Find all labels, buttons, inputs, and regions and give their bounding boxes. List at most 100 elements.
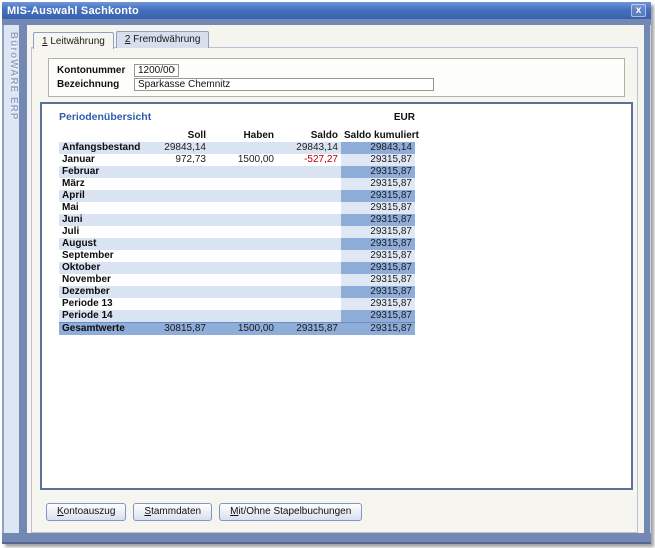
stammdaten-button[interactable]: Stammdaten — [133, 503, 212, 521]
cell-soll — [147, 226, 209, 238]
cell-haben — [209, 166, 277, 178]
cell-saldo-kumuliert: 29843,14 — [341, 142, 415, 154]
table-row-mai[interactable]: Mai 29315,87 — [59, 202, 415, 214]
window-title: MIS-Auswahl Sachkonto — [7, 5, 631, 17]
cell-saldo-kumuliert: 29315,87 — [341, 178, 415, 190]
cell-saldo — [277, 310, 341, 323]
cell-period: September — [59, 250, 147, 262]
cell-saldo — [277, 166, 341, 178]
left-brand-rail: BüroWARE ERP — [2, 25, 27, 533]
table-header-row: SollHabenSaldoSaldo kumuliert — [59, 129, 415, 142]
brand-vertical-label: BüroWARE ERP — [4, 32, 19, 121]
cell-saldo-kumuliert: 29315,87 — [341, 154, 415, 166]
cell-saldo-kumuliert: 29315,87 — [341, 226, 415, 238]
cell-haben — [209, 238, 277, 250]
total-label: Gesamtwerte — [59, 323, 147, 336]
cell-period: Juli — [59, 226, 147, 238]
table-row-periode-14[interactable]: Periode 1429315,87 — [59, 310, 415, 323]
cell-soll — [147, 262, 209, 274]
cell-haben — [209, 274, 277, 286]
table-row-dezember[interactable]: Dezember29315,87 — [59, 286, 415, 298]
cell-period: Oktober — [59, 262, 147, 274]
cell-haben — [209, 142, 277, 154]
cell-soll — [147, 274, 209, 286]
table-row-februar[interactable]: Februar29315,87 — [59, 166, 415, 178]
cell-saldo-kumuliert: 29315,87 — [341, 274, 415, 286]
cell-period: April — [59, 190, 147, 202]
total-saldo-kumuliert: 29315,87 — [341, 323, 415, 336]
cell-period: Juni — [59, 214, 147, 226]
kontonummer-label: Kontonummer — [57, 65, 134, 76]
cell-period: Anfangsbestand — [59, 142, 147, 154]
frame-bottom-band — [2, 533, 651, 544]
cell-period: Periode 13 — [59, 298, 147, 310]
table-row-juni[interactable]: Juni 29315,87 — [59, 214, 415, 226]
table-row-juli[interactable]: Juli 29315,87 — [59, 226, 415, 238]
column-header-soll: Soll — [147, 129, 209, 142]
cell-saldo-kumuliert: 29315,87 — [341, 214, 415, 226]
bezeichnung-input[interactable] — [134, 78, 434, 91]
action-button-row: Kontoauszug Stammdaten Mit/Ohne Stapelbuch… — [46, 503, 637, 521]
table-row-november[interactable]: November29315,87 — [59, 274, 415, 286]
cell-saldo — [277, 202, 341, 214]
cell-saldo-kumuliert: 29315,87 — [341, 310, 415, 323]
cell-soll — [147, 214, 209, 226]
account-fields-group: Kontonummer Bezeichnung — [48, 58, 625, 97]
cell-saldo — [277, 178, 341, 190]
column-header-saldo: Saldo — [277, 129, 341, 142]
cell-soll — [147, 202, 209, 214]
cell-haben — [209, 178, 277, 190]
cell-soll — [147, 178, 209, 190]
cell-saldo-kumuliert: 29315,87 — [341, 202, 415, 214]
mit-ohne-stapelbuchungen-button[interactable]: Mit/Ohne Stapelbuchungen — [219, 503, 362, 521]
cell-saldo — [277, 274, 341, 286]
title-bar[interactable]: MIS-Auswahl Sachkonto x — [2, 2, 651, 19]
cell-period: März — [59, 178, 147, 190]
table-row-anfangsbestand[interactable]: Anfangsbestand29843,1429843,1429843,14 — [59, 142, 415, 154]
table-total-row: Gesamtwerte30815,871500,0029315,8729315,… — [59, 323, 415, 336]
table-row-m-rz[interactable]: März 29315,87 — [59, 178, 415, 190]
cell-period: August — [59, 238, 147, 250]
table-row-april[interactable]: April 29315,87 — [59, 190, 415, 202]
table-row-januar[interactable]: Januar972,731500,00-527,2729315,87 — [59, 154, 415, 166]
cell-haben — [209, 298, 277, 310]
column-header-saldo-kumuliert: Saldo kumuliert — [341, 129, 415, 142]
tab-2-fremdw-hrung[interactable]: 2 Fremdwährung — [116, 31, 210, 48]
cell-saldo — [277, 250, 341, 262]
cell-period: Mai — [59, 202, 147, 214]
currency-label: EUR — [394, 112, 415, 123]
table-row-periode-13[interactable]: Periode 1329315,87 — [59, 298, 415, 310]
kontonummer-input[interactable] — [134, 64, 179, 77]
cell-haben — [209, 214, 277, 226]
tab-strip: 1 Leitwährung2 Fremdwährung — [31, 31, 638, 48]
cell-haben — [209, 250, 277, 262]
cell-soll — [147, 166, 209, 178]
cell-soll — [147, 286, 209, 298]
period-overview-panel: Periodenübersicht EUR SollHabenSaldoSald… — [40, 102, 633, 490]
cell-saldo-kumuliert: 29315,87 — [341, 238, 415, 250]
total-haben: 1500,00 — [209, 323, 277, 336]
cell-soll — [147, 238, 209, 250]
cell-saldo — [277, 226, 341, 238]
table-row-oktober[interactable]: Oktober29315,87 — [59, 262, 415, 274]
panel-title: Periodenübersicht — [59, 111, 151, 123]
cell-saldo — [277, 298, 341, 310]
table-row-august[interactable]: August 29315,87 — [59, 238, 415, 250]
bezeichnung-label: Bezeichnung — [57, 79, 134, 90]
cell-haben — [209, 262, 277, 274]
tab-page-leitwaehrung: Kontonummer Bezeichnung Periodenübersich… — [31, 47, 638, 533]
cell-period: Februar — [59, 166, 147, 178]
close-icon[interactable]: x — [631, 4, 646, 17]
cell-soll: 972,73 — [147, 154, 209, 166]
cell-haben — [209, 202, 277, 214]
kontoauszug-button[interactable]: Kontoauszug — [46, 503, 126, 521]
dialog-mis-auswahl-sachkonto: MIS-Auswahl Sachkonto x BüroWARE ERP 1 L… — [2, 2, 651, 544]
table-row-september[interactable]: September 29315,87 — [59, 250, 415, 262]
cell-saldo-kumuliert: 29315,87 — [341, 286, 415, 298]
cell-saldo-kumuliert: 29315,87 — [341, 190, 415, 202]
cell-saldo-kumuliert: 29315,87 — [341, 250, 415, 262]
cell-saldo — [277, 238, 341, 250]
cell-haben: 1500,00 — [209, 154, 277, 166]
cell-saldo — [277, 190, 341, 202]
tab-1-leitw-hrung[interactable]: 1 Leitwährung — [33, 32, 114, 49]
